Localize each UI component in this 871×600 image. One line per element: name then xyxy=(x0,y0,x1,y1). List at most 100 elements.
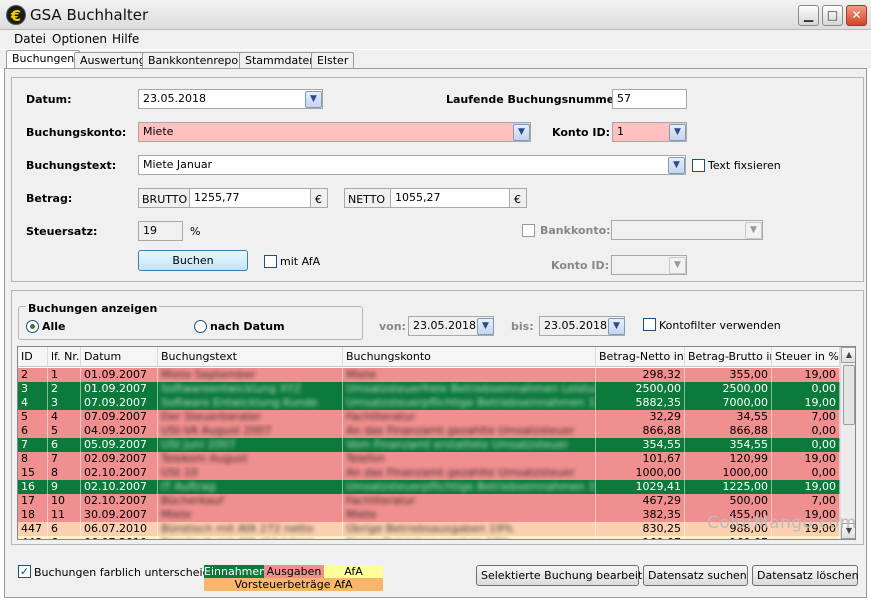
scroll-thumb[interactable] xyxy=(843,365,855,425)
nach-datum-label: nach Datum xyxy=(210,320,285,333)
farblich-checkbox[interactable]: ✓ xyxy=(18,565,31,578)
minimize-button[interactable]: ▁ xyxy=(798,5,819,26)
brutto-field[interactable]: 1255,77 xyxy=(189,189,311,207)
edit-booking-button[interactable]: Selektierte Buchung bearbeiten xyxy=(476,565,656,586)
col-id[interactable]: ID xyxy=(18,347,48,366)
cell-text-text: Miete September xyxy=(161,368,256,381)
datum-dropdown-icon[interactable]: ▼ xyxy=(305,91,322,108)
table-row[interactable]: 2 1 01.09.2007 Miete September Miete 298,32 35… xyxy=(18,368,840,382)
menu-datei[interactable]: Datei xyxy=(14,32,46,46)
nach-datum-radio[interactable] xyxy=(194,320,207,333)
cell-steuer xyxy=(772,536,840,539)
cell-brutto: 7000,00 xyxy=(685,396,772,410)
cell-netto: 32,29 xyxy=(596,410,685,424)
cell-text-text: Miete xyxy=(161,508,192,521)
buchungskonto-label: Buchungskonto: xyxy=(26,126,127,139)
cell-nr: 7 xyxy=(48,452,81,466)
cell-text: USt-VA August 2007 xyxy=(158,424,343,438)
cell-steuer: 19,00 xyxy=(772,452,840,466)
table-row[interactable]: 4 3 07.09.2007 Software Entwicklung Kunde Um… xyxy=(18,396,840,410)
cell-text-text: Der Steuerberater xyxy=(161,410,262,423)
tab-stammdaten[interactable]: Stammdaten xyxy=(239,52,323,69)
tab-auswertung[interactable]: Auswertung xyxy=(74,52,152,69)
cell-nr: 6 xyxy=(48,522,81,536)
tab-bankkontenreport[interactable]: Bankkontenreport xyxy=(142,52,253,69)
cell-text: Bürotisch mit AfA (12 Jahre) xyxy=(158,536,343,539)
col-steuer[interactable]: Steuer in % xyxy=(772,347,840,366)
buchen-button[interactable]: Buchen xyxy=(138,250,248,271)
scroll-up-icon[interactable]: ▲ xyxy=(841,347,855,363)
cell-id: 2 xyxy=(18,368,48,382)
cell-id: 16 xyxy=(18,480,48,494)
buchungskonto-dropdown-icon[interactable]: ▼ xyxy=(513,124,530,141)
cell-datum: 05.09.2007 xyxy=(81,438,158,452)
search-record-button[interactable]: Datensatz suchen xyxy=(643,565,748,586)
table-row[interactable]: 3 2 01.09.2007 Softwareentwicklung XYZ Umsat… xyxy=(18,382,840,396)
cell-text: USt Juni 2007 xyxy=(158,438,343,452)
table-row[interactable]: 8 7 02.09.2007 Telekom August Telefon 101,67 1… xyxy=(18,452,840,466)
buchungstext-dropdown-icon[interactable]: ▼ xyxy=(668,157,685,174)
bankkonto-label: Bankkonto: xyxy=(540,224,611,237)
von-dropdown-icon[interactable]: ▼ xyxy=(477,318,494,335)
alle-label: Alle xyxy=(42,320,66,333)
cell-brutto: 160,07 xyxy=(685,536,772,539)
col-buchungskonto[interactable]: Buchungskonto xyxy=(343,347,596,366)
cell-brutto: 355,00 xyxy=(685,368,772,382)
netto-field[interactable]: 1055,27 xyxy=(390,189,510,207)
col-netto[interactable]: Betrag-Netto in € xyxy=(596,347,685,366)
legend-afa: AfA xyxy=(324,565,383,578)
cell-nr: 11 xyxy=(48,508,81,522)
buchungskonto-select[interactable]: Miete xyxy=(138,122,531,142)
cell-brutto: 34,55 xyxy=(685,410,772,424)
legend-vorsteuer: Vorsteuerbeträge AfA xyxy=(204,578,383,591)
kontofilter-checkbox[interactable] xyxy=(643,318,656,331)
cell-text-text: USt 10 xyxy=(161,466,198,479)
col-brutto[interactable]: Betrag-Brutto in € xyxy=(685,347,772,366)
table-row[interactable]: 16 9 02.10.2007 IT Auftrag Umsatzsteuerpflic… xyxy=(18,480,840,494)
table-row[interactable]: 7 6 05.09.2007 USt Juni 2007 Vom Finanzamt e… xyxy=(18,438,840,452)
col-buchungstext[interactable]: Buchungstext xyxy=(158,347,343,366)
bankkonto-checkbox[interactable] xyxy=(522,224,535,237)
bookings-table[interactable]: ID lf. Nr. Datum Buchungstext Buchungsko… xyxy=(17,346,856,540)
cell-konto: Miete xyxy=(343,508,596,522)
mit-afa-checkbox[interactable] xyxy=(264,255,277,268)
title-bar[interactable]: € GSA Buchhalter ▁ □ ✕ xyxy=(0,0,871,30)
bis-dropdown-icon[interactable]: ▼ xyxy=(608,318,625,335)
menu-optionen[interactable]: Optionen xyxy=(52,32,107,46)
table-header: ID lf. Nr. Datum Buchungstext Buchungsko… xyxy=(18,347,840,367)
cell-nr: 1 xyxy=(48,368,81,382)
col-datum[interactable]: Datum xyxy=(81,347,158,366)
cell-steuer: 7,00 xyxy=(772,494,840,508)
brutto-group: BRUTTO 1255,77 € xyxy=(138,188,328,208)
table-row[interactable]: 6 5 04.09.2007 USt-VA August 2007 An das Fin… xyxy=(18,424,840,438)
alle-radio[interactable] xyxy=(26,320,39,333)
bankkonto-dropdown-icon[interactable]: ▼ xyxy=(745,222,762,239)
table-row[interactable]: 448606.07.2010Bürotisch mit AfA (12 Jahr… xyxy=(18,536,840,539)
tab-elster[interactable]: Elster xyxy=(311,52,355,69)
lfd-nummer-label: Laufende Buchungsnummer: xyxy=(446,93,625,106)
vertical-scrollbar[interactable]: ▲ ▼ xyxy=(840,347,855,539)
netto-label: NETTO xyxy=(348,193,386,206)
bankkonto-select[interactable] xyxy=(611,220,763,240)
cell-text-text: Bücherkauf xyxy=(161,494,224,507)
cell-nr: 10 xyxy=(48,494,81,508)
table-row[interactable]: 17 10 02.10.2007 Bücherkauf Fachliteratur 467… xyxy=(18,494,840,508)
datum-field[interactable]: 23.05.2018 xyxy=(138,89,323,109)
text-fixsieren-checkbox[interactable] xyxy=(692,159,705,172)
cell-steuer: 0,00 xyxy=(772,424,840,438)
steuersatz-field[interactable]: 19 xyxy=(138,221,183,241)
tab-buchungen[interactable]: Buchungen xyxy=(6,50,81,69)
maximize-button[interactable]: □ xyxy=(822,5,843,26)
buchungstext-field[interactable]: Miete Januar xyxy=(138,155,686,175)
konto-id-dropdown-icon[interactable]: ▼ xyxy=(669,124,686,141)
col-lfnr[interactable]: lf. Nr. xyxy=(48,347,81,366)
konto-id2-dropdown-icon[interactable]: ▼ xyxy=(669,257,686,274)
lfd-nummer-field[interactable]: 57 xyxy=(612,89,687,109)
delete-record-button[interactable]: Datensatz löschen xyxy=(752,565,859,586)
close-button[interactable]: ✕ xyxy=(846,5,867,26)
cell-konto-text: Fachliteratur xyxy=(346,410,416,423)
table-row[interactable]: 5 4 07.09.2007 Der Steuerberater Fachliterat… xyxy=(18,410,840,424)
cell-netto: 160,07 xyxy=(596,536,685,539)
menu-hilfe[interactable]: Hilfe xyxy=(112,32,139,46)
table-row[interactable]: 15 8 02.10.2007 USt 10 An das Finanzamt geza… xyxy=(18,466,840,480)
